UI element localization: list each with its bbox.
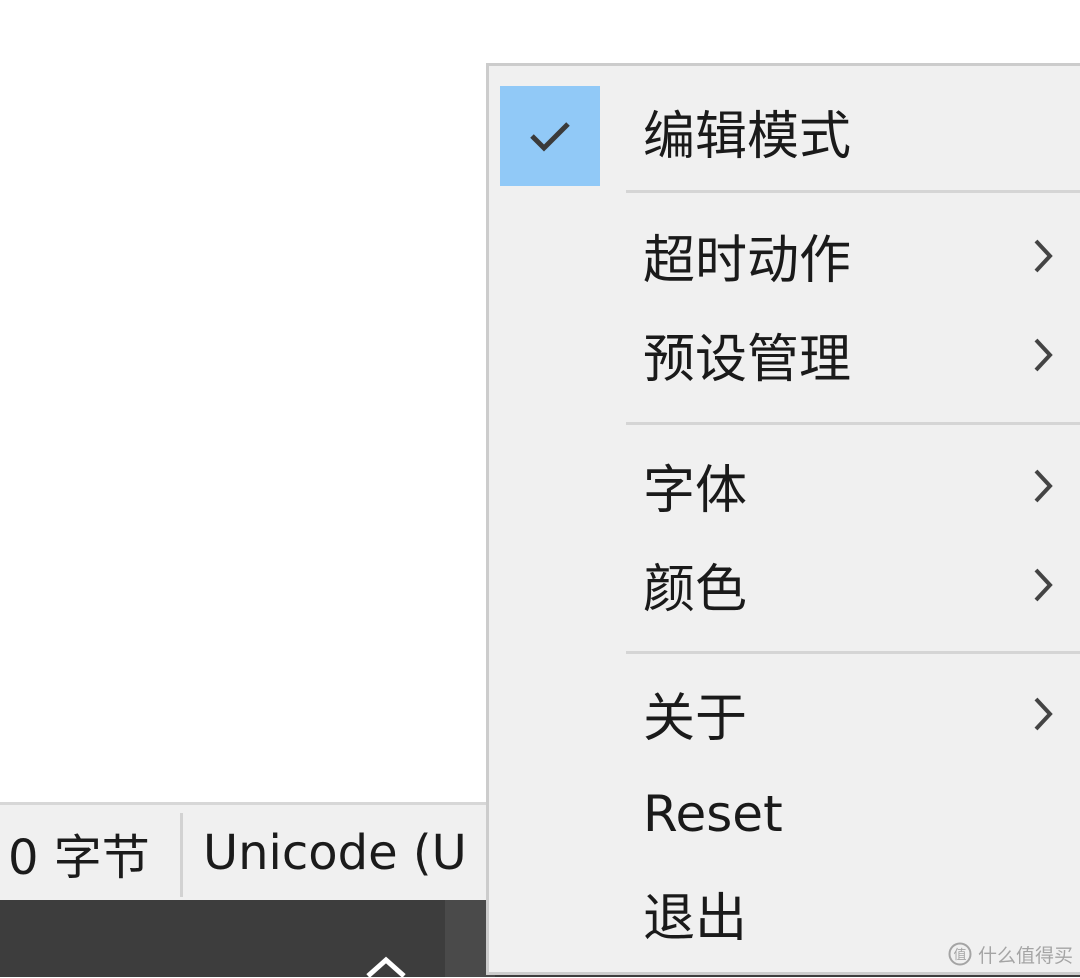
menu-separator (626, 422, 1080, 425)
check-icon (530, 122, 570, 152)
chevron-up-icon[interactable] (362, 954, 410, 978)
watermark-logo-icon: 值 (948, 942, 972, 966)
watermark: 值 什么值得买 (948, 938, 1073, 970)
menu-item-label: 预设管理 (643, 330, 852, 390)
chevron-right-icon (1034, 469, 1053, 502)
menu-item-about[interactable]: 关于 (489, 666, 1080, 761)
chevron-right-icon (1034, 568, 1053, 601)
byte-count: 0 字节 (8, 829, 150, 886)
menu-item-reset[interactable]: Reset (489, 766, 1080, 861)
menu-item-label: 关于 (643, 689, 748, 749)
status-divider (180, 813, 183, 897)
menu-separator (626, 651, 1080, 654)
menu-item-edit-mode[interactable]: 编辑模式 (489, 76, 1080, 186)
menu-item-label: 超时动作 (643, 231, 852, 291)
menu-separator (626, 190, 1080, 193)
menu-item-label: 颜色 (643, 560, 748, 620)
menu-item-preset-management[interactable]: 预设管理 (489, 307, 1080, 402)
menu-item-label: 编辑模式 (643, 106, 852, 167)
menu-item-timeout-action[interactable]: 超时动作 (489, 208, 1080, 303)
menu-item-color[interactable]: 颜色 (489, 537, 1080, 632)
menu-item-font[interactable]: 字体 (489, 438, 1080, 533)
chevron-right-icon (1034, 697, 1053, 730)
svg-text:值: 值 (953, 947, 966, 963)
menu-item-label: Reset (643, 784, 783, 843)
check-indicator (500, 86, 600, 186)
menu-item-label: 退出 (643, 889, 748, 949)
menu-item-label: 字体 (643, 461, 748, 521)
context-menu: 编辑模式 超时动作 预设管理 字体 颜色 关于 Reset 退出 (486, 63, 1080, 975)
encoding-label: Unicode (U (203, 824, 467, 881)
chevron-right-icon (1034, 239, 1053, 272)
chevron-right-icon (1034, 338, 1053, 371)
watermark-text: 什么值得买 (978, 944, 1074, 967)
